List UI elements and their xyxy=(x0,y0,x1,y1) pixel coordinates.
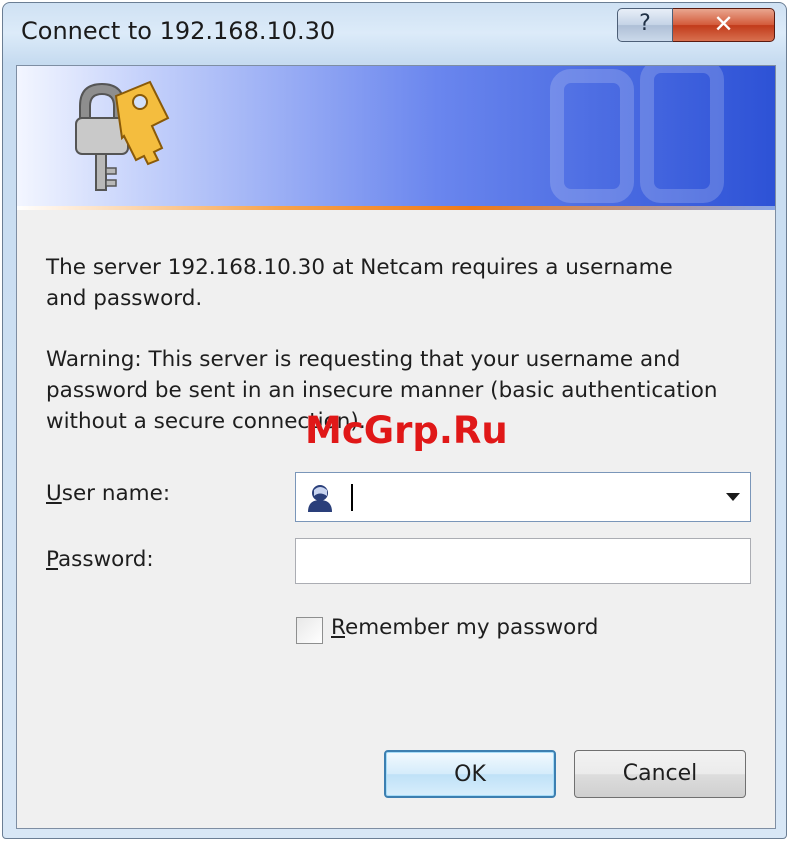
banner xyxy=(17,66,775,206)
text-cursor xyxy=(351,484,353,511)
help-button[interactable]: ? xyxy=(617,8,673,42)
password-label: Password: xyxy=(46,547,154,572)
dialog-client-area: The server 192.168.10.30 at Netcam requi… xyxy=(16,65,776,829)
keys-icon xyxy=(75,80,170,191)
cancel-button[interactable]: Cancel xyxy=(574,750,746,798)
watermark-text: McGrp.Ru xyxy=(305,409,508,452)
password-label-accesskey: P xyxy=(46,547,58,572)
dialog-title: Connect to 192.168.10.30 xyxy=(21,17,336,45)
password-field[interactable] xyxy=(295,538,751,584)
remember-password-checkbox[interactable] xyxy=(296,617,323,644)
remember-password-label[interactable]: Remember my password xyxy=(331,615,598,640)
user-icon xyxy=(308,485,332,512)
login-dialog: Connect to 192.168.10.30 ? ✕ The server … xyxy=(2,2,787,839)
banner-watermark-keys-icon xyxy=(550,66,724,203)
username-combobox[interactable] xyxy=(295,472,751,522)
banner-divider xyxy=(17,206,775,210)
chevron-down-icon[interactable] xyxy=(726,493,740,501)
username-label-accesskey: U xyxy=(46,481,62,506)
server-message: The server 192.168.10.30 at Netcam requi… xyxy=(46,255,673,311)
close-button[interactable]: ✕ xyxy=(673,8,775,42)
remember-label-text: emember my password xyxy=(344,615,599,640)
remember-label-accesskey: R xyxy=(331,615,345,640)
password-label-text: assword: xyxy=(58,547,154,572)
username-label: User name: xyxy=(46,481,170,506)
username-label-text: ser name: xyxy=(61,481,171,506)
ok-button[interactable]: OK xyxy=(384,750,556,798)
